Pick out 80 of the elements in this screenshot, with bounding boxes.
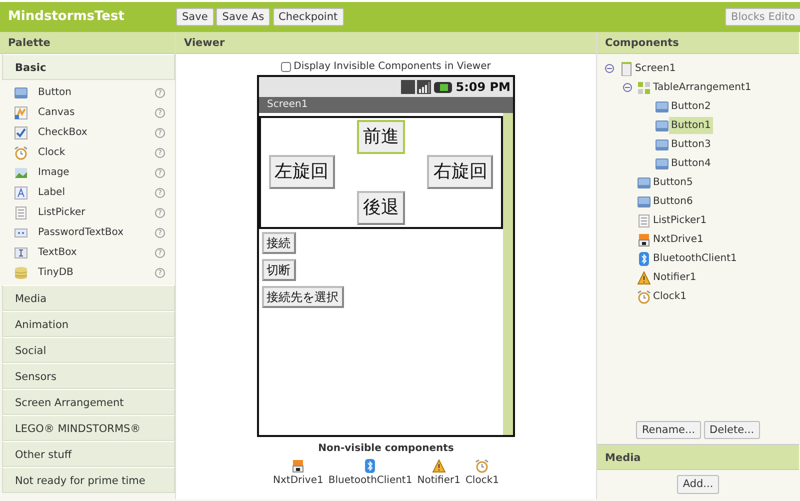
save-as-button[interactable]: Save As <box>216 8 270 26</box>
collapse-toggle[interactable] <box>605 64 614 73</box>
status-icons <box>401 80 454 94</box>
tree-item[interactable]: Button3 <box>669 136 713 153</box>
rename-button[interactable]: Rename... <box>636 420 702 440</box>
palette-section[interactable]: Basic <box>2 54 175 80</box>
palette-section[interactable]: Other stuff <box>2 441 175 467</box>
palette-section[interactable]: Not ready for prime time <box>2 467 175 493</box>
button-icon <box>655 138 669 152</box>
palette-section[interactable]: Sensors <box>2 363 175 389</box>
app-button[interactable]: 切断 <box>262 258 296 280</box>
checkbox-icon <box>14 126 28 140</box>
phone-icon <box>619 62 633 76</box>
bluetooth-icon <box>637 252 651 266</box>
app-button[interactable]: 接続 <box>262 232 296 254</box>
palette-section[interactable]: Animation <box>2 311 175 337</box>
component-label: Clock1 <box>465 474 499 488</box>
alarm-clock-icon <box>637 290 651 304</box>
tree-item[interactable]: Notifier1 <box>651 269 698 286</box>
button-icon <box>655 156 669 170</box>
tree-item[interactable]: ListPicker1 <box>651 212 709 229</box>
button-icon <box>655 100 669 114</box>
panel-header: Viewer <box>176 32 596 54</box>
checkbox-label: Display Invisible Components in Viewer <box>294 60 491 74</box>
database-icon <box>14 266 28 280</box>
delete-button[interactable]: Delete... <box>704 420 760 440</box>
robot-brick-icon <box>637 232 651 246</box>
canvas-icon <box>14 106 28 120</box>
list-icon <box>637 214 651 228</box>
app-title: MindstormsTest <box>7 8 126 26</box>
panel-header: Components <box>597 32 799 54</box>
label-icon <box>14 186 28 200</box>
button-icon <box>655 118 669 132</box>
alarm-clock-icon <box>14 146 28 160</box>
alarm-clock-icon <box>475 458 490 472</box>
section-title: Non-visible components <box>318 442 454 456</box>
add-button[interactable]: Add... <box>676 475 720 494</box>
button-icon <box>637 194 651 208</box>
save-button[interactable]: Save <box>176 8 214 26</box>
app-button[interactable]: 左旋回 <box>268 155 335 190</box>
component-label: BluetoothClient1 <box>328 474 412 488</box>
panel-header: Palette <box>0 32 175 54</box>
panel-header: Media <box>597 444 799 470</box>
app-button[interactable]: 後退 <box>356 191 405 226</box>
component-label: Notifier1 <box>417 474 460 488</box>
tree-item[interactable]: Button1 <box>669 117 713 134</box>
tree-item[interactable]: BluetoothClient1 <box>651 250 739 267</box>
button-icon <box>637 176 651 190</box>
screen-title: Screen1 <box>259 97 513 113</box>
bluetooth-icon <box>363 458 378 472</box>
tree-item[interactable]: Button6 <box>651 193 695 210</box>
palette-section[interactable]: Media <box>2 285 175 311</box>
collapse-toggle[interactable] <box>623 83 632 92</box>
warning-icon <box>637 270 651 284</box>
grid-icon <box>637 80 651 94</box>
tree-item[interactable]: Screen1 <box>633 60 678 77</box>
password-icon <box>14 226 28 240</box>
tree-item[interactable]: Button5 <box>651 174 695 191</box>
textbox-icon <box>14 246 28 260</box>
app-button[interactable]: 前進 <box>356 120 405 154</box>
clock-time: 5:09 PM <box>456 79 510 96</box>
tree-item[interactable]: Button2 <box>669 98 713 115</box>
button-icon <box>14 86 28 100</box>
palette-section[interactable]: LEGO® MINDSTORMS® <box>2 415 175 441</box>
image-icon <box>14 166 28 180</box>
tree-item[interactable]: Button4 <box>669 155 713 172</box>
app-button[interactable]: 接続先を選択 <box>262 286 344 308</box>
tree-item[interactable]: NxtDrive1 <box>651 231 706 248</box>
checkbox[interactable] <box>281 62 292 72</box>
app-button[interactable]: 右旋回 <box>427 155 494 190</box>
tree-item[interactable]: Clock1 <box>651 288 689 305</box>
component-label: NxtDrive1 <box>273 474 324 488</box>
scrollbar[interactable] <box>503 113 513 435</box>
palette-section[interactable]: Social <box>2 337 175 363</box>
list-icon <box>14 206 28 220</box>
robot-brick-icon <box>291 458 306 472</box>
tree-item[interactable]: TableArrangement1 <box>651 79 754 96</box>
warning-icon <box>432 458 446 472</box>
palette-section[interactable]: Screen Arrangement <box>2 389 175 415</box>
checkpoint-button[interactable]: Checkpoint <box>272 8 344 26</box>
